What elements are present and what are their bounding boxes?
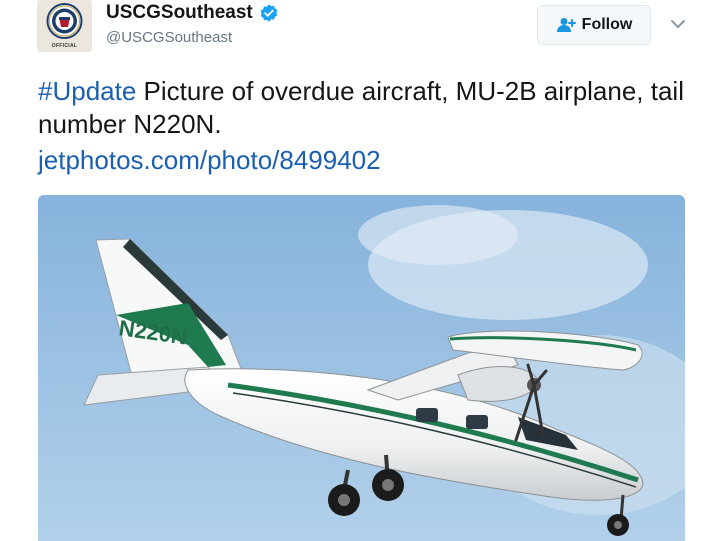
hashtag-link[interactable]: #Update: [38, 76, 136, 106]
aircraft-photo: N220N: [38, 195, 685, 541]
avatar[interactable]: OFFICIAL: [37, 0, 92, 52]
handle[interactable]: @USCGSoutheast: [106, 29, 232, 46]
avatar-caption: OFFICIAL: [51, 43, 78, 49]
tweet-photo[interactable]: N220N: [38, 195, 685, 541]
display-name-text: USCGSoutheast: [106, 2, 253, 23]
add-user-icon: [556, 18, 576, 32]
follow-button-label: Follow: [581, 16, 633, 33]
tweet-text: #Update Picture of overdue aircraft, MU-…: [38, 75, 698, 177]
photo-link[interactable]: jetphotos.com/photo/8499402: [38, 144, 381, 177]
display-name[interactable]: USCGSoutheast: [106, 2, 279, 24]
follow-button[interactable]: Follow: [537, 5, 651, 45]
verified-badge-icon: [260, 4, 278, 22]
chevron-down-icon[interactable]: [668, 14, 688, 34]
